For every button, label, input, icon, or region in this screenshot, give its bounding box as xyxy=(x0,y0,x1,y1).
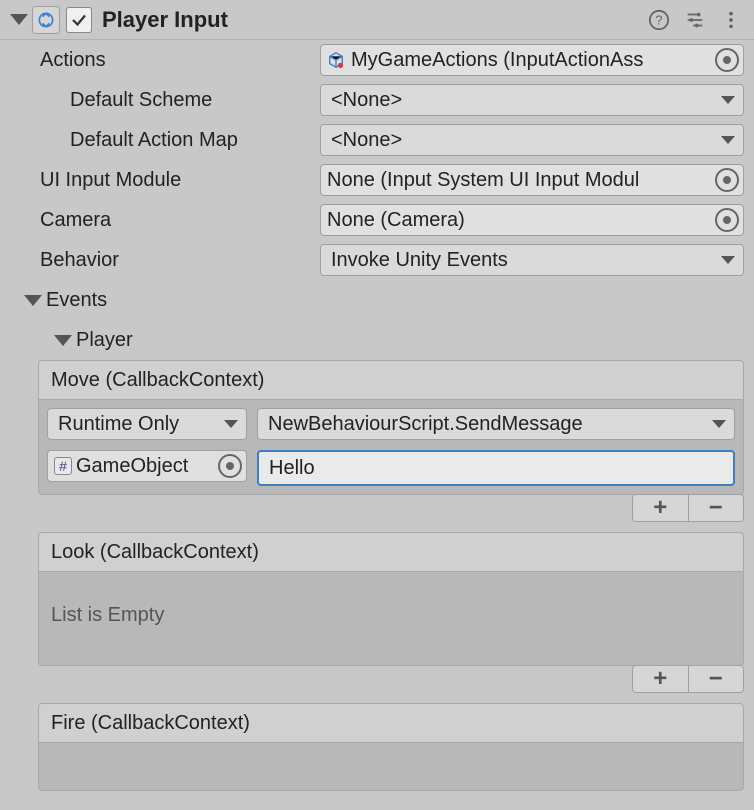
move-callstate-value: Runtime Only xyxy=(58,413,220,436)
component-title: Player Input xyxy=(102,7,648,33)
player-foldout[interactable] xyxy=(54,335,72,346)
enable-checkbox[interactable] xyxy=(66,7,92,33)
events-label: Events xyxy=(46,289,107,312)
look-empty-text: List is Empty xyxy=(47,580,735,657)
object-picker-icon[interactable] xyxy=(715,208,739,232)
player-label: Player xyxy=(76,329,133,352)
object-picker-icon[interactable] xyxy=(715,168,739,192)
look-remove-button[interactable]: − xyxy=(689,666,744,692)
chevron-down-icon xyxy=(712,420,726,428)
behavior-value: Invoke Unity Events xyxy=(331,249,717,272)
ui-input-module-label: UI Input Module xyxy=(10,169,320,192)
default-actionmap-dropdown[interactable]: <None> xyxy=(320,124,744,156)
default-actionmap-label: Default Action Map xyxy=(10,129,320,152)
menu-icon[interactable] xyxy=(720,9,742,31)
camera-field[interactable]: None (Camera) xyxy=(320,204,744,236)
move-argument-value: Hello xyxy=(269,457,315,480)
move-add-button[interactable]: + xyxy=(633,495,689,521)
ui-input-module-value: None (Input System UI Input Modul xyxy=(327,169,715,192)
default-scheme-dropdown[interactable]: <None> xyxy=(320,84,744,116)
camera-value: None (Camera) xyxy=(327,209,715,232)
actions-value: MyGameActions (InputActionAss xyxy=(351,49,715,72)
asset-icon xyxy=(327,51,345,69)
events-foldout[interactable] xyxy=(24,295,42,306)
look-event-title: Look (CallbackContext) xyxy=(51,541,259,564)
chevron-down-icon xyxy=(224,420,238,428)
default-scheme-value: <None> xyxy=(331,89,717,112)
move-method-value: NewBehaviourScript.SendMessage xyxy=(268,413,708,436)
object-picker-icon[interactable] xyxy=(715,48,739,72)
move-remove-button[interactable]: − xyxy=(689,495,744,521)
look-add-button[interactable]: + xyxy=(633,666,689,692)
object-picker-icon[interactable] xyxy=(218,454,242,478)
chevron-down-icon xyxy=(721,96,735,104)
component-icon xyxy=(32,6,60,34)
presets-icon[interactable] xyxy=(684,9,706,31)
chevron-down-icon xyxy=(721,136,735,144)
fire-event-header: Fire (CallbackContext) xyxy=(38,703,744,743)
svg-text:?: ? xyxy=(655,12,662,27)
script-icon: # xyxy=(54,457,72,475)
camera-label: Camera xyxy=(10,209,320,232)
move-event-title: Move (CallbackContext) xyxy=(51,369,264,392)
ui-input-module-field[interactable]: None (Input System UI Input Modul xyxy=(320,164,744,196)
actions-label: Actions xyxy=(10,49,320,72)
default-scheme-label: Default Scheme xyxy=(10,89,320,112)
look-event-header: Look (CallbackContext) xyxy=(38,532,744,572)
fire-event-title: Fire (CallbackContext) xyxy=(51,712,250,735)
move-target-field[interactable]: # GameObject xyxy=(47,450,247,482)
chevron-down-icon xyxy=(721,256,735,264)
move-method-dropdown[interactable]: NewBehaviourScript.SendMessage xyxy=(257,408,735,440)
actions-field[interactable]: MyGameActions (InputActionAss xyxy=(320,44,744,76)
help-icon[interactable]: ? xyxy=(648,9,670,31)
move-argument-input[interactable]: Hello xyxy=(257,450,735,486)
behavior-label: Behavior xyxy=(10,249,320,272)
move-event-header: Move (CallbackContext) xyxy=(38,360,744,400)
move-target-value: GameObject xyxy=(76,455,218,478)
default-actionmap-value: <None> xyxy=(331,129,717,152)
move-callstate-dropdown[interactable]: Runtime Only xyxy=(47,408,247,440)
component-foldout[interactable] xyxy=(10,14,28,25)
behavior-dropdown[interactable]: Invoke Unity Events xyxy=(320,244,744,276)
